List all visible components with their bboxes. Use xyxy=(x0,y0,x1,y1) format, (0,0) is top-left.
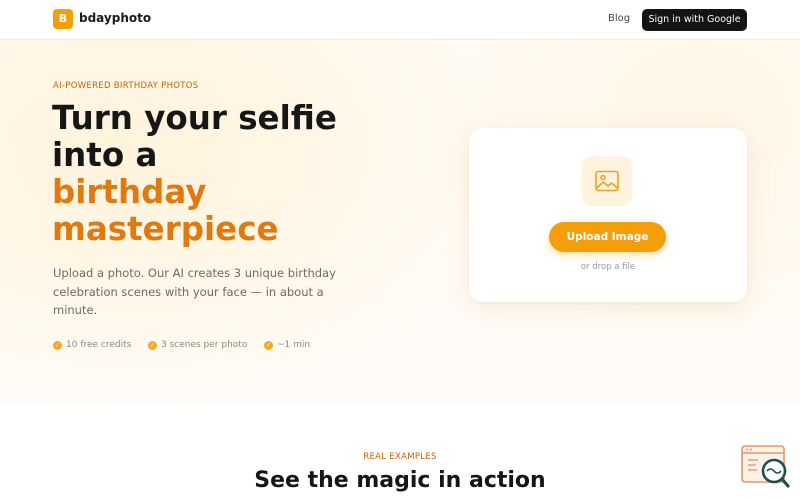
search-inspect-icon[interactable] xyxy=(741,445,791,489)
hero-eyebrow: AI-POWERED BIRTHDAY PHOTOS xyxy=(53,81,199,91)
feature-scenes-per-photo: ✓ 3 scenes per photo xyxy=(148,339,247,351)
check-icon: ✓ xyxy=(148,341,157,350)
top-navbar: B bdayphoto Blog Sign in with Google xyxy=(0,0,800,40)
headline-line-1: Turn your selfie xyxy=(52,99,337,137)
hero-headline: Turn your selfie into a birthday masterp… xyxy=(52,100,382,248)
feature-label: 10 free credits xyxy=(66,340,132,350)
image-icon xyxy=(582,156,632,206)
feature-label: ~1 min xyxy=(277,340,311,350)
brand-name[interactable]: bdayphoto xyxy=(79,11,151,25)
check-icon: ✓ xyxy=(53,341,62,350)
nav-link-blog[interactable]: Blog xyxy=(608,13,630,24)
page: B bdayphoto Blog Sign in with Google AI-… xyxy=(0,0,800,500)
logo-badge[interactable]: B xyxy=(53,9,73,29)
examples-eyebrow: REAL EXAMPLES xyxy=(363,452,437,462)
hero-description: Upload a photo. Our AI creates 3 unique … xyxy=(53,266,336,317)
headline-line-2: into a xyxy=(52,136,158,174)
check-icon: ✓ xyxy=(264,341,273,350)
hero-section: AI-POWERED BIRTHDAY PHOTOS Turn your sel… xyxy=(0,40,800,402)
upload-dropzone-card[interactable]: Upload Image or drop a file xyxy=(469,128,747,302)
feature-duration: ✓ ~1 min xyxy=(264,339,310,351)
headline-accent-2: masterpiece xyxy=(52,210,279,248)
sign-in-google-button[interactable]: Sign in with Google xyxy=(642,9,747,31)
examples-title: See the magic in action xyxy=(254,468,546,493)
upload-image-button[interactable]: Upload Image xyxy=(549,222,666,252)
drop-file-hint: or drop a file xyxy=(580,262,636,272)
feature-free-credits: ✓ 10 free credits xyxy=(53,339,131,351)
headline-accent-1: birthday xyxy=(52,173,207,211)
feature-label: 3 scenes per photo xyxy=(161,340,248,350)
